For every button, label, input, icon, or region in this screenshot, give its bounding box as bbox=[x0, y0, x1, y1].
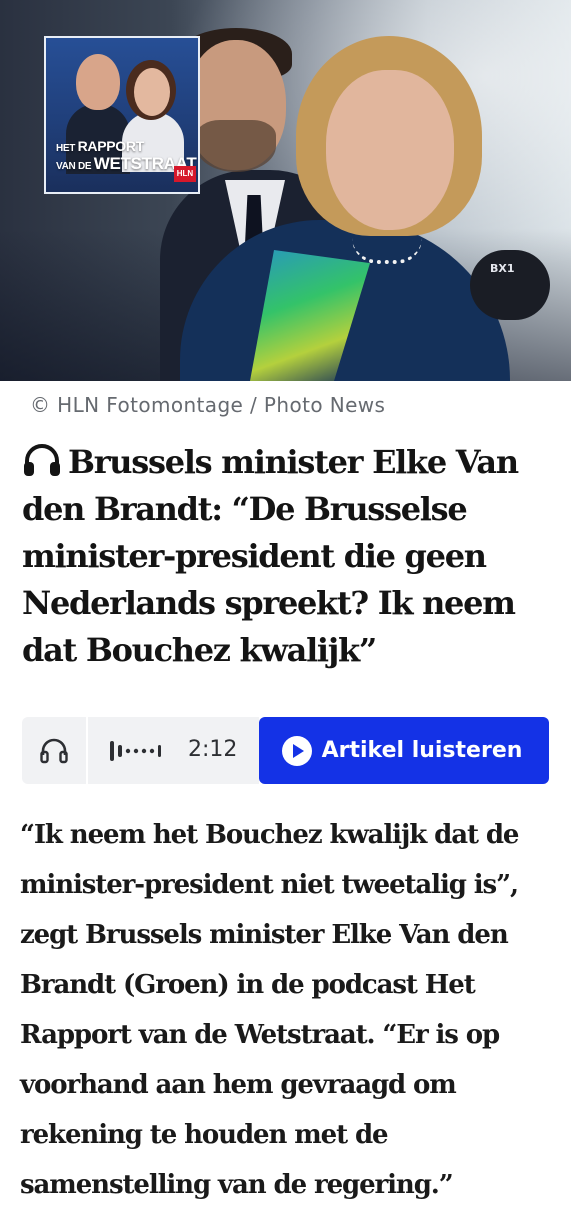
woman-face bbox=[326, 70, 454, 230]
photo-credit: © HLN Fotomontage / Photo News bbox=[30, 393, 386, 417]
audio-info: 2:12 bbox=[22, 717, 259, 784]
headphones-icon bbox=[24, 444, 60, 476]
waveform-icon bbox=[110, 741, 161, 761]
listen-article-button[interactable]: Artikel luisteren bbox=[259, 717, 549, 784]
hln-logo: HLN bbox=[174, 166, 196, 182]
hero-image: BX1 HET RAPPORT VAN DE WETSTRAAT HLN bbox=[0, 0, 571, 381]
microphone bbox=[470, 250, 550, 320]
headline-text: Brussels minister Elke Van den Brandt: “… bbox=[22, 443, 519, 669]
listen-article-label: Artikel luisteren bbox=[321, 738, 523, 763]
thumbnail-title-small-2: VAN DE bbox=[56, 161, 92, 172]
podcast-thumbnail: HET RAPPORT VAN DE WETSTRAAT HLN bbox=[44, 36, 200, 194]
man-beard bbox=[196, 120, 276, 172]
audio-headphones-button[interactable] bbox=[22, 717, 88, 784]
play-icon bbox=[281, 735, 312, 766]
thumbnail-title-small: HET bbox=[56, 143, 76, 154]
thumbnail-title-big: RAPPORT bbox=[77, 138, 145, 154]
headphones-icon bbox=[40, 738, 68, 763]
article-lead: “Ik neem het Bouchez kwalijk dat de mini… bbox=[20, 820, 519, 1200]
audio-player: 2:12 Artikel luisteren bbox=[22, 717, 549, 784]
audio-duration: 2:12 bbox=[188, 737, 238, 762]
article-headline: Brussels minister Elke Van den Brandt: “… bbox=[0, 421, 571, 674]
thumbnail-host-face bbox=[76, 54, 120, 110]
thumbnail-title-line1: HET RAPPORT bbox=[56, 138, 144, 154]
microphone-label: BX1 bbox=[490, 262, 515, 275]
thumbnail-cohost-face bbox=[134, 68, 170, 116]
